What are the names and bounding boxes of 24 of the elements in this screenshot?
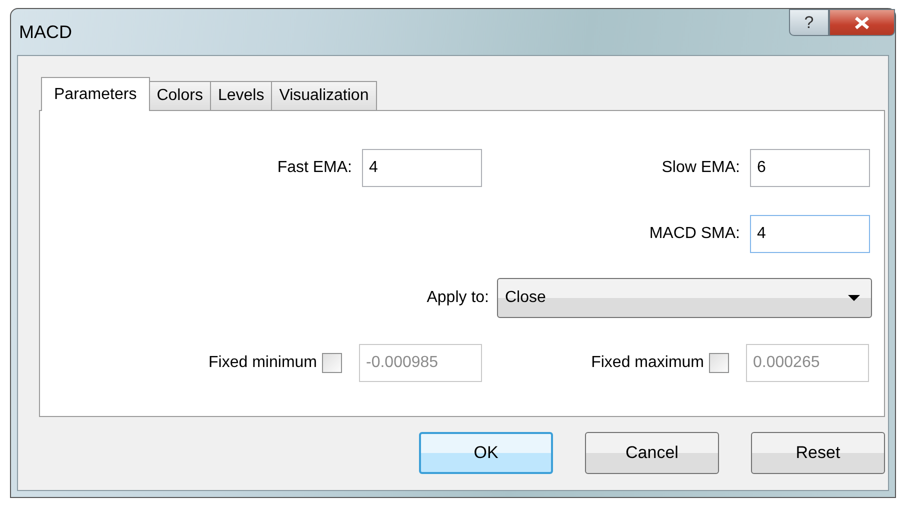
dialog-button[interactable]: Reset xyxy=(751,432,885,474)
checkbox[interactable] xyxy=(322,353,342,373)
input-field[interactable]: 4 xyxy=(750,215,870,253)
close-button[interactable] xyxy=(829,9,895,36)
help-button[interactable]: ? xyxy=(789,9,829,36)
caret-icon xyxy=(847,294,861,302)
checkbox[interactable] xyxy=(709,353,729,373)
tab[interactable]: Colors xyxy=(148,81,211,110)
window-title: MACD xyxy=(19,22,72,42)
tab[interactable]: Levels xyxy=(210,81,272,110)
field-label: Fixed maximum xyxy=(590,354,704,372)
field-label: Slow EMA: xyxy=(660,159,740,177)
close-icon xyxy=(853,16,871,30)
input-field[interactable]: 6 xyxy=(750,149,870,187)
field-label: Apply to: xyxy=(426,289,489,307)
tab[interactable]: Parameters xyxy=(41,77,150,111)
dropdown[interactable]: Close xyxy=(497,278,872,318)
dialog-button[interactable]: Cancel xyxy=(585,432,719,474)
field-label: MACD SMA: xyxy=(648,225,740,243)
input-field[interactable]: 4 xyxy=(362,149,482,187)
field-label: Fixed minimum xyxy=(208,354,317,372)
dialog-button[interactable]: OK xyxy=(419,432,553,474)
field-label: Fast EMA: xyxy=(276,159,352,177)
tab[interactable]: Visualization xyxy=(271,81,377,110)
